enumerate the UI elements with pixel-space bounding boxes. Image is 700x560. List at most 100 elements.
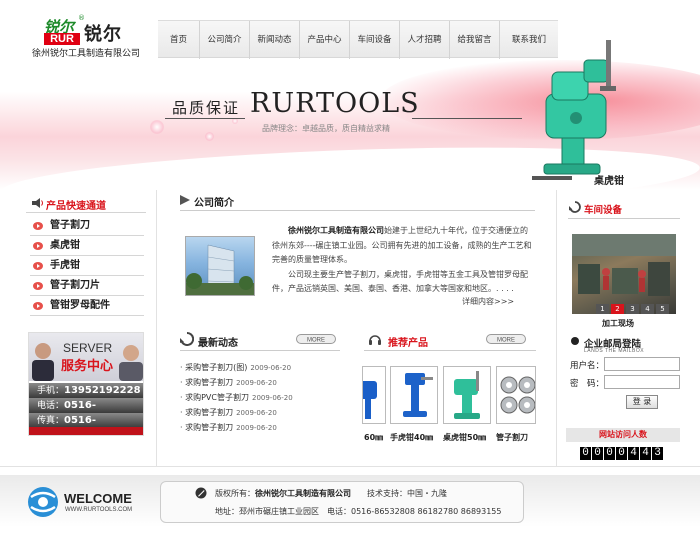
product-image [454,371,480,419]
news-item[interactable]: · 求购管子割刀 2009-06-20 [180,407,340,422]
username-label: 用户名： [570,361,605,371]
counter-digit: 0 [592,447,603,460]
copyright-company: 徐州锐尔工具制造有限公司 [255,489,351,498]
workshop-caption: 加工现场 [602,319,634,328]
news-title: 最新动态 [198,338,238,349]
bullet-icon [33,302,43,310]
service-fax-label: 传真： [37,416,65,426]
category-label: 管钳罗母配件 [50,300,110,311]
service-mobile-value: 13952192228 [64,385,141,396]
product-caption: 桌虎钳 [594,176,624,187]
recommended-divider [364,350,536,351]
footer-info-box: 版权所有：徐州锐尔工具制造有限公司 技术支持：中国・九隆 地址：邳州市碾庄镇工业… [160,481,524,523]
workshop-page-1[interactable]: 1 [596,304,609,314]
footer-address: 地址：邳州市碾庄镇工业园区 电话：0516-86532808 86182780 … [215,507,502,516]
username-input[interactable] [604,357,680,371]
about-title: 公司简介 [194,198,234,209]
product-thumb[interactable] [362,366,386,424]
product-thumb[interactable] [496,366,536,424]
news-more-label: MORE [307,338,325,344]
about-more-link[interactable]: 详细内容>>> [462,296,514,307]
headphones-icon [369,335,381,345]
about-divider [180,210,535,211]
bench-vise-image [532,40,616,180]
news-more-button[interactable]: MORE [296,334,336,344]
website-url[interactable]: WWW.RURTOOLS.COM [65,507,132,513]
nav-news[interactable]: 新闻动态 [250,21,300,59]
globe-logo-icon [28,487,58,517]
mailbox-subtitle: LANDS THE MAILBOX [584,348,645,354]
refresh-icon [569,201,581,213]
category-list: 管子割刀 桌虎钳 手虎钳 管子割刀片 管钳罗母配件 [30,216,144,316]
about-text: 徐州锐尔工具制造有限公司始建于上世纪九十年代，位于交通便立的徐州东郊----碾庄… [272,224,534,297]
category-item[interactable]: 桌虎钳 [30,236,144,256]
workshop-page-2[interactable]: 2 [611,304,624,314]
service-title-en: SERVER [63,341,113,355]
service-mobile: 手机：13952192228 [29,383,143,398]
workshop-page-3[interactable]: 3 [626,304,639,314]
workshop-page-5[interactable]: 5 [656,304,669,314]
recommended-more-button[interactable]: MORE [486,334,526,344]
news-item-date: 2009-06-20 [236,424,277,432]
header-banner: 锐尔 ® RUR 锐尔 徐州锐尔工具制造有限公司 首页 公司简介 新闻动态 产品… [0,0,700,190]
slogan-cn: 品质保证 [172,99,241,117]
nav-about[interactable]: 公司简介 [200,21,250,59]
about-paragraph: 徐州锐尔工具制造有限公司始建于上世纪九十年代，位于交通便立的徐州东郊----碾庄… [272,224,534,268]
nav-jobs[interactable]: 人才招聘 [400,21,450,59]
news-item-title: 采购管子割刀(图) [185,363,248,372]
workshop-divider [568,218,680,219]
slogan-en: RURTOOLS [250,88,420,119]
workshop-photo[interactable] [572,234,676,314]
password-input[interactable] [604,375,680,389]
category-title: 产品快速通道 [46,201,106,212]
column-divider [556,190,557,466]
counter-digit: 0 [580,447,591,460]
speaker-icon [32,198,43,208]
news-item-title: 求购管子割刀 [185,408,234,417]
bullet-icon [33,242,43,250]
product-label[interactable]: 手虎钳40㎜ [390,432,433,443]
workshop-page-4[interactable]: 4 [641,304,654,314]
nav-workshop[interactable]: 车间设备 [350,21,400,59]
product-thumb[interactable] [443,366,491,424]
product-label[interactable]: 管子割刀 [496,432,528,443]
news-item[interactable]: · 求购管子割刀 2009-06-20 [180,422,340,437]
footer: WELCOME WWW.RURTOOLS.COM 版权所有：徐州锐尔工具制造有限… [0,466,700,560]
news-item[interactable]: · 求购管子割刀 2009-06-20 [180,377,340,392]
nav-home[interactable]: 首页 [158,21,200,59]
logo-mark-en: RUR [44,33,80,45]
mail-bullet-icon [571,337,579,345]
pen-icon [195,487,207,499]
tech-support: 技术支持：中国・九隆 [367,489,447,498]
slogan-divider [165,118,245,119]
login-button[interactable]: 登 录 [626,395,658,409]
nav-message[interactable]: 给我留言 [450,21,500,59]
news-item-title: 求购管子割刀 [185,423,234,432]
counter-digit: 0 [604,447,615,460]
category-item[interactable]: 管子割刀 [30,216,144,236]
workshop-image [572,234,676,296]
category-item[interactable]: 手虎钳 [30,256,144,276]
building-image [186,244,254,295]
news-item-title: 求购PVC管子割刀 [185,393,249,402]
product-label[interactable]: 60㎜ [364,432,383,443]
news-item-date: 2009-06-20 [250,364,292,372]
category-item[interactable]: 管子割刀片 [30,276,144,296]
about-company-name: 徐州锐尔工具制造有限公司 [288,226,384,235]
slogan-divider [412,118,522,119]
category-label: 管子割刀 [50,220,90,231]
copyright-label: 版权所有： [215,489,255,498]
news-item[interactable]: · 采购管子割刀(图) 2009-06-20 [180,362,340,377]
news-item[interactable]: · 求购PVC管子割刀 2009-06-20 [180,392,340,407]
service-center-banner[interactable]: SERVER 服务中心 手机：13952192228 电话：0516-86532… [28,332,144,436]
category-item[interactable]: 管钳罗母配件 [30,296,144,316]
category-label: 桌虎钳 [50,240,80,251]
about-paragraph-2: 公司现主要生产管子割刀，桌虎钳，手虎钳等五金工具及管钳罗母配件，产品远销英国、美… [272,269,528,294]
category-label: 管子割刀片 [50,280,100,291]
counter-digit: 3 [652,447,663,460]
main-nav: 首页 公司简介 新闻动态 产品中心 车间设备 人才招聘 给我留言 联系我们 [158,20,558,59]
nav-products[interactable]: 产品中心 [300,21,350,59]
slogan-subtitle: 品牌理念：卓越品质，质自精益求精 [262,124,390,133]
product-label[interactable]: 桌虎钳50㎜ [443,432,486,443]
product-thumb[interactable] [390,366,438,424]
